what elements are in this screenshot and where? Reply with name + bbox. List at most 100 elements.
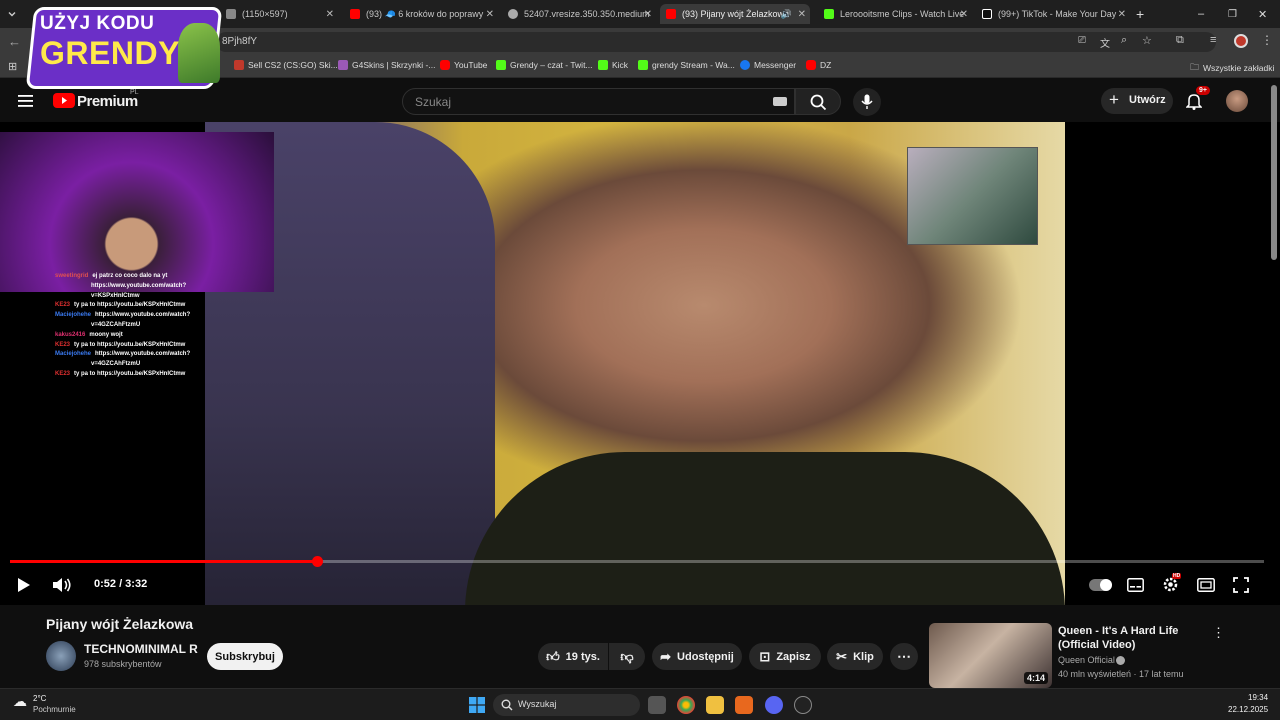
settings-button[interactable]: HD [1162,573,1182,598]
hamburger-menu-icon[interactable] [18,94,34,108]
reading-list-icon[interactable]: ≡ [1210,34,1216,46]
translate-icon[interactable]: 文 [1100,35,1110,50]
facebook-icon [740,60,750,70]
volume-icon[interactable] [52,577,72,593]
play-icon[interactable] [17,577,31,593]
bookmark-icon: ⊡ [759,648,771,664]
more-actions-button[interactable]: ⋯ [890,643,918,670]
close-tab-icon[interactable]: ✕ [798,9,806,20]
bookmark-item[interactable]: Messenger [740,60,796,70]
browser-tab[interactable]: Leroooitsme Clips - Watch Live ✕ [820,4,968,24]
close-tab-icon[interactable]: ✕ [486,9,494,20]
channel-avatar[interactable] [46,641,76,671]
save-button[interactable]: ⊡ Zapisz [749,643,821,670]
recommended-meta: 40 mln wyświetleń · 17 lat temu [1058,669,1184,679]
subtitles-icon[interactable] [1127,578,1144,592]
tab-title: Leroooitsme Clips - Watch Live [840,9,965,19]
chat-message: ty pa to https://youtu.be/KSPxHnICtmw [74,370,186,377]
new-tab-button[interactable]: + [1136,4,1150,24]
close-tab-icon[interactable]: ✕ [326,9,334,20]
notifications-button[interactable]: 9+ [1185,86,1210,115]
search-placeholder: Szukaj [415,95,452,109]
channel-name[interactable]: TECHNOMINIMAL R [84,642,198,656]
share-arrow-icon: ➦ [660,648,672,664]
bookmark-favicon-icon [338,60,348,70]
file-explorer-icon[interactable] [706,696,724,714]
close-tab-icon[interactable]: ✕ [644,9,652,20]
browser-tab-active[interactable]: (93) Pijany wójt Żelazkowa 🔊 ✕ [660,4,810,24]
cloud-weather-icon: ☁ [13,693,27,709]
recommended-thumbnail[interactable]: 4:14 [929,623,1052,688]
close-window-button[interactable]: ✕ [1258,4,1270,24]
save-label: Zapisz [776,650,811,663]
streamer-webcam-overlay [0,132,274,292]
fullscreen-icon[interactable] [1233,577,1249,593]
bookmark-item[interactable]: G4Skins | Skrzynki -... [338,60,435,70]
extensions-icon[interactable]: ⧉ [1176,34,1184,47]
url-field[interactable]: 8Pjh8fY [216,32,1216,52]
search-input[interactable]: Szukaj [402,88,795,115]
discord-icon[interactable] [765,696,783,714]
overlay-sneaker-image [907,147,1038,245]
browser-menu-icon[interactable]: ⋮ [1261,33,1273,47]
back-arrow-icon[interactable]: ← [8,34,21,49]
bookmark-label: Grendy – czat - Twit... [510,60,593,70]
time-display: 0:52 / 3:32 [94,578,148,590]
profile-avatar[interactable] [1234,34,1248,48]
theater-mode-icon[interactable] [1197,578,1215,592]
minimize-window-button[interactable]: – [1198,4,1210,24]
bookmark-star-icon[interactable]: ☆ [1142,34,1152,47]
chrome-icon[interactable] [677,696,695,714]
maximize-window-button[interactable]: ❐ [1228,4,1240,24]
keyboard-icon[interactable] [773,97,787,106]
steam-icon[interactable] [794,696,812,714]
browser-tab[interactable]: 52407.vresize.350.350.medium ✕ [504,4,652,24]
autoplay-toggle[interactable] [1089,579,1112,591]
chat-username: KE23 [55,341,71,348]
close-tab-icon[interactable]: ✕ [1118,9,1126,20]
bookmark-item[interactable]: Kick [598,60,628,70]
search-button[interactable] [795,88,841,115]
like-button[interactable]: 👍︎ 19 tys. [538,643,608,670]
subscribe-button[interactable]: Subskrybuj [207,643,283,670]
progress-bar[interactable] [10,556,1264,567]
cast-icon[interactable]: ⎚ [1078,35,1086,46]
recommended-title[interactable]: Queen - It's A Hard Life (Official Video… [1058,624,1208,652]
account-avatar[interactable] [1226,90,1248,112]
share-button[interactable]: ➦ Udostępnij [652,643,742,670]
youtube-premium-logo[interactable]: Premium [77,93,138,110]
more-vertical-icon[interactable]: ⋮ [1212,625,1225,641]
recommended-channel[interactable]: Queen Official [1058,655,1115,665]
video-player[interactable]: sweetingrid ej patrz co coco dalo na yt ht… [0,122,1280,605]
create-button[interactable]: + Utwórz [1101,88,1173,114]
bookmark-item[interactable]: grendy Stream - Wa... [638,60,735,70]
tab-list-button[interactable] [3,4,21,24]
browser-tab[interactable]: (93) 🧢 6 kroków do poprawy ✕ [346,4,494,24]
app-icon[interactable] [735,696,753,714]
all-bookmarks-folder[interactable]: 🗀 Wszystkie zakładki [1190,60,1274,76]
bookmark-item[interactable]: Grendy – czat - Twit... [496,60,593,70]
video-scene-shirt [465,452,1065,605]
voice-search-button[interactable] [853,88,881,116]
kick-icon [598,60,608,70]
close-tab-icon[interactable]: ✕ [960,9,968,20]
bookmark-label: grendy Stream - Wa... [652,60,735,70]
bookmark-item[interactable]: DZ [806,60,831,70]
windows-start-icon[interactable] [469,697,485,713]
dislike-button[interactable]: 👎︎ [609,643,645,670]
apps-grid-icon[interactable]: ⊞ [8,60,17,73]
speaker-icon[interactable]: 🔊 [781,9,792,20]
task-view-icon[interactable] [648,696,666,714]
bookmark-item[interactable]: YouTube [440,60,487,70]
browser-tab[interactable]: (99+) TikTok - Make Your Day ✕ [978,4,1126,24]
clip-button[interactable]: ✂ Klip [827,643,883,670]
chat-message: ty pa to https://youtu.be/KSPxHnICtmw [74,302,186,309]
youtube-logo-icon[interactable] [53,93,75,108]
page-scrollbar-thumb[interactable] [1271,85,1277,260]
browser-tab[interactable]: (1150×597) ✕ [222,4,334,24]
globe-icon [508,9,518,19]
bookmark-item[interactable]: Sell CS2 (CS:GO) Ski... [234,60,338,70]
taskbar-search-box[interactable]: Wyszukaj [493,694,640,716]
chat-message: v=KSPxHnICtmw [91,292,140,299]
zoom-icon[interactable]: ⌕ [1121,34,1127,47]
